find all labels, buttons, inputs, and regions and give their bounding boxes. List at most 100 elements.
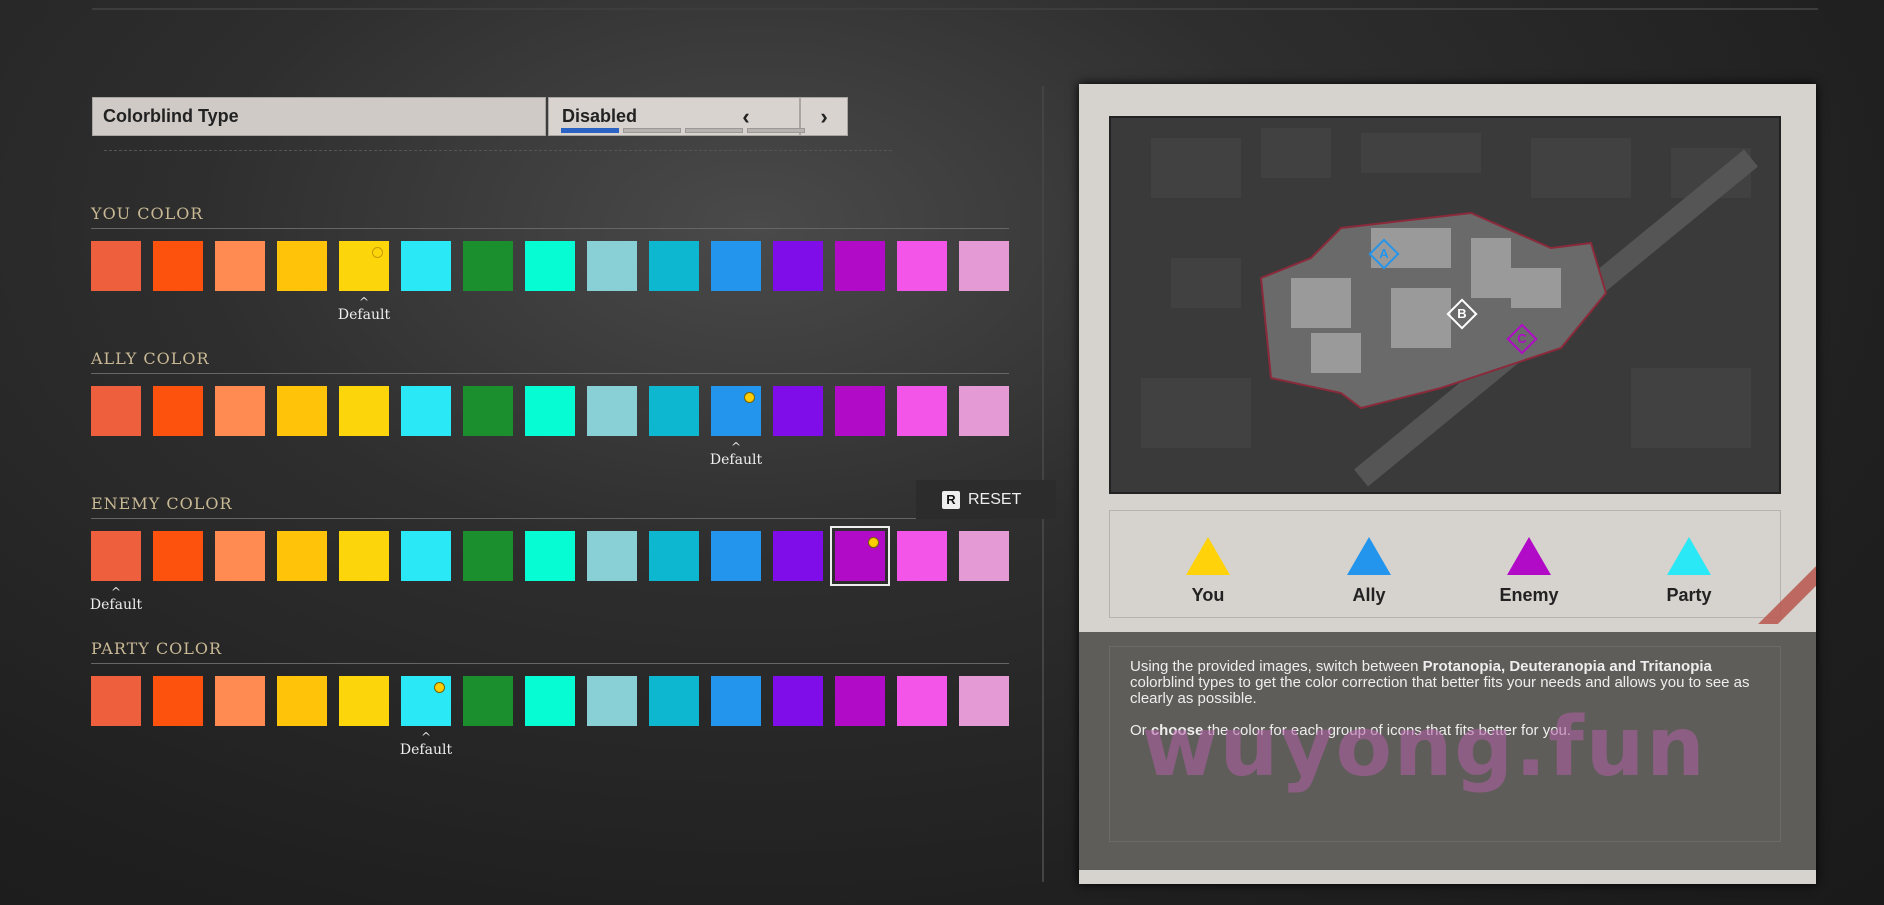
triangle-icon bbox=[1507, 537, 1551, 575]
color-swatch[interactable] bbox=[215, 241, 265, 291]
color-swatch[interactable] bbox=[587, 676, 637, 726]
color-swatch[interactable] bbox=[959, 241, 1009, 291]
section-underline bbox=[91, 518, 1009, 519]
color-swatch[interactable] bbox=[835, 676, 885, 726]
color-swatch[interactable] bbox=[525, 531, 575, 581]
color-swatch[interactable] bbox=[339, 531, 389, 581]
top-divider bbox=[92, 8, 1818, 10]
color-swatch[interactable] bbox=[401, 386, 451, 436]
color-swatch[interactable] bbox=[91, 386, 141, 436]
default-label: Default bbox=[89, 597, 143, 613]
color-swatch[interactable] bbox=[153, 386, 203, 436]
color-swatch[interactable] bbox=[649, 386, 699, 436]
legend-label: Party bbox=[1666, 585, 1712, 605]
ally-color-section: ALLY COLOR ^ Default bbox=[91, 349, 1009, 468]
color-swatch[interactable] bbox=[897, 676, 947, 726]
dashed-divider bbox=[104, 150, 892, 151]
color-swatch[interactable] bbox=[711, 386, 761, 436]
default-marker: ^ Default bbox=[696, 441, 776, 468]
default-marker: ^ Default bbox=[386, 731, 466, 758]
color-swatch[interactable] bbox=[773, 531, 823, 581]
color-swatch[interactable] bbox=[897, 241, 947, 291]
color-swatch[interactable] bbox=[587, 386, 637, 436]
color-swatch[interactable] bbox=[215, 676, 265, 726]
selected-indicator-icon bbox=[868, 537, 879, 548]
legend-item-party: Party bbox=[1639, 537, 1739, 606]
color-swatch[interactable] bbox=[587, 241, 637, 291]
color-swatch[interactable] bbox=[215, 386, 265, 436]
color-swatch[interactable] bbox=[525, 386, 575, 436]
color-swatch[interactable] bbox=[277, 676, 327, 726]
color-swatch[interactable] bbox=[835, 386, 885, 436]
color-swatch[interactable] bbox=[773, 386, 823, 436]
you-color-title: YOU COLOR bbox=[91, 204, 204, 223]
color-swatch[interactable] bbox=[91, 531, 141, 581]
color-swatch[interactable] bbox=[215, 531, 265, 581]
option-pips bbox=[561, 128, 805, 133]
color-swatch[interactable] bbox=[277, 386, 327, 436]
color-swatch[interactable] bbox=[711, 241, 761, 291]
watermark-text: wuyong.fun bbox=[1142, 700, 1707, 795]
color-swatch[interactable] bbox=[339, 241, 389, 291]
color-swatch[interactable] bbox=[153, 531, 203, 581]
color-swatch[interactable] bbox=[711, 676, 761, 726]
color-swatch[interactable] bbox=[773, 676, 823, 726]
color-swatch[interactable] bbox=[401, 676, 451, 726]
color-swatch[interactable] bbox=[959, 676, 1009, 726]
color-swatch[interactable] bbox=[897, 386, 947, 436]
color-swatch[interactable] bbox=[835, 241, 885, 291]
color-swatch[interactable] bbox=[339, 386, 389, 436]
enemy-color-section: ENEMY COLOR ^ Default bbox=[90, 494, 1009, 613]
objective-letter: C bbox=[1517, 331, 1527, 346]
color-swatch[interactable] bbox=[277, 241, 327, 291]
triangle-icon bbox=[1667, 537, 1711, 575]
color-swatch[interactable] bbox=[649, 241, 699, 291]
caret-up-icon: ^ bbox=[110, 585, 122, 599]
colorblind-type-setting[interactable]: Colorblind Type Disabled ‹ › bbox=[92, 97, 898, 136]
minimap-graphic bbox=[1111, 118, 1779, 492]
color-swatch[interactable] bbox=[773, 241, 823, 291]
section-underline bbox=[91, 228, 1009, 229]
you-swatch-row: ^ Default bbox=[91, 241, 1009, 323]
chevron-right-icon[interactable]: › bbox=[800, 97, 848, 136]
color-swatch[interactable] bbox=[525, 676, 575, 726]
corner-stripe bbox=[1726, 534, 1816, 624]
option-pip bbox=[561, 128, 619, 133]
triangle-icon bbox=[1186, 537, 1230, 575]
color-swatch[interactable] bbox=[959, 386, 1009, 436]
color-swatch[interactable] bbox=[649, 676, 699, 726]
reset-button[interactable]: R RESET bbox=[916, 480, 1056, 519]
color-swatch[interactable] bbox=[463, 386, 513, 436]
reset-label: RESET bbox=[968, 490, 1022, 508]
enemy-swatch-row: ^ Default bbox=[90, 526, 1009, 613]
color-swatch[interactable] bbox=[277, 531, 327, 581]
color-swatch[interactable] bbox=[525, 241, 575, 291]
color-swatch[interactable] bbox=[401, 531, 451, 581]
color-swatch[interactable] bbox=[91, 676, 141, 726]
legend-label: You bbox=[1191, 585, 1225, 605]
color-swatch[interactable] bbox=[897, 531, 947, 581]
color-swatch[interactable] bbox=[153, 241, 203, 291]
color-swatch[interactable] bbox=[91, 241, 141, 291]
legend-item-you: You bbox=[1158, 537, 1258, 606]
icon-legend: You Ally Enemy Party bbox=[1109, 510, 1781, 618]
color-swatch[interactable] bbox=[463, 241, 513, 291]
color-swatch[interactable] bbox=[153, 676, 203, 726]
color-swatch[interactable] bbox=[649, 531, 699, 581]
color-swatch[interactable] bbox=[463, 676, 513, 726]
color-swatch[interactable] bbox=[339, 676, 389, 726]
legend-label: Ally bbox=[1352, 585, 1386, 605]
color-swatch[interactable] bbox=[959, 531, 1009, 581]
legend-item-enemy: Enemy bbox=[1479, 537, 1579, 606]
triangle-icon bbox=[1347, 537, 1391, 575]
colorblind-type-value-box[interactable]: Disabled ‹ bbox=[548, 97, 805, 136]
section-underline bbox=[91, 373, 1009, 374]
color-swatch[interactable] bbox=[711, 531, 761, 581]
minimap-preview: A B C bbox=[1109, 116, 1781, 494]
color-swatch[interactable] bbox=[830, 526, 890, 586]
color-swatch[interactable] bbox=[401, 241, 451, 291]
color-swatch[interactable] bbox=[463, 531, 513, 581]
colorblind-type-label: Colorblind Type bbox=[92, 97, 546, 136]
option-pip bbox=[623, 128, 681, 133]
color-swatch[interactable] bbox=[587, 531, 637, 581]
